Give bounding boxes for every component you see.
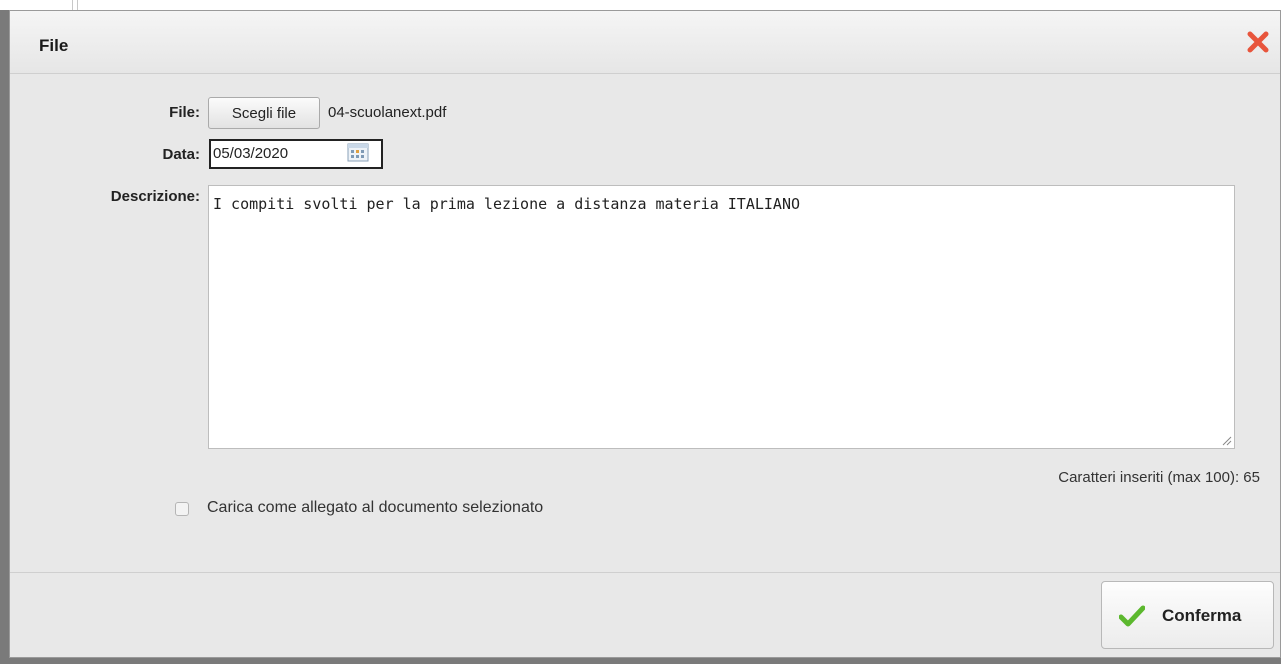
date-label: Data: [162,146,200,163]
character-counter: Caratteri inseriti (max 100): 65 [1058,469,1260,486]
attach-checkbox-label[interactable]: Carica come allegato al documento selezi… [207,499,543,517]
confirm-button-label: Conferma [1162,606,1242,625]
file-label: File: [169,104,200,121]
close-icon[interactable] [1246,30,1270,54]
description-textarea[interactable]: I compiti svolti per la prima lezione a … [208,185,1235,449]
dialog-footer [10,572,1280,657]
attach-checkbox[interactable] [175,502,189,516]
selected-file-name: 04-scuolanext.pdf [328,104,447,121]
dialog-title: File [39,36,69,55]
dialog-titlebar: File [10,11,1280,74]
calendar-icon[interactable] [347,142,369,162]
confirm-button[interactable]: Conferma [1101,581,1274,649]
checkmark-icon [1118,605,1146,627]
resize-grip-icon[interactable] [1220,433,1232,446]
file-dialog: File File: Scegli file 04-scuolanext.pdf… [9,10,1281,658]
choose-file-button[interactable]: Scegli file [208,97,320,129]
background-page-strip [0,0,1281,10]
description-label: Descrizione: [110,188,200,205]
background-divider [72,0,78,10]
